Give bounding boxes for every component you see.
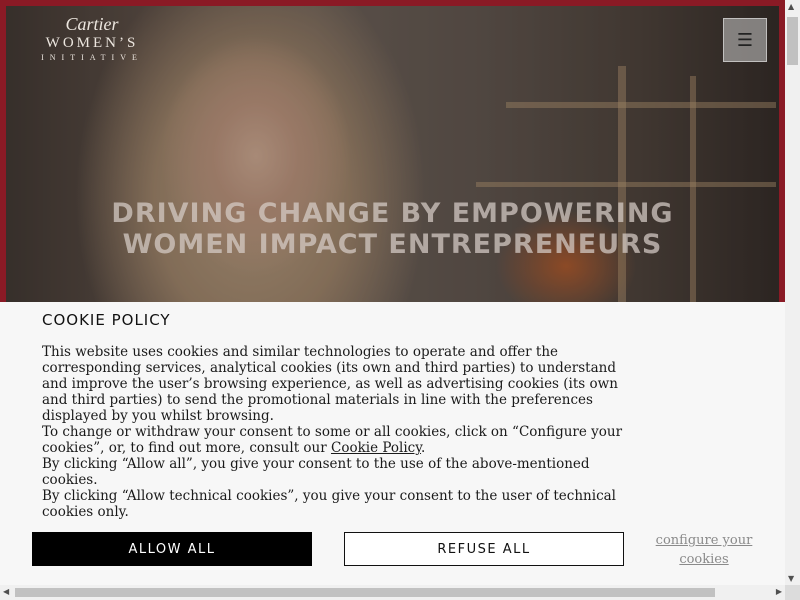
scroll-down-icon[interactable]: ▼: [788, 574, 794, 583]
logo-cartier: Cartier: [65, 14, 119, 34]
logo-womens: WOMEN’S: [45, 35, 139, 51]
configure-cookies-link[interactable]: configure your cookies: [650, 531, 758, 569]
cookie-paragraph-4: By clicking “Allow technical cookies”, y…: [42, 488, 616, 520]
cookie-policy-link[interactable]: Cookie Policy: [331, 440, 421, 456]
cookie-paragraph-3: By clicking “Allow all”, you give your c…: [42, 456, 590, 488]
horizontal-scrollbar[interactable]: ◀ ▶: [0, 585, 785, 600]
cookie-title: COOKIE POLICY: [42, 311, 171, 329]
cookie-text: This website uses cookies and similar te…: [42, 344, 642, 520]
hero-headline: DRIVING CHANGE BY EMPOWERING WOMEN IMPAC…: [80, 198, 705, 260]
refuse-all-button[interactable]: REFUSE ALL: [344, 532, 624, 566]
horizontal-scroll-thumb[interactable]: [15, 588, 715, 597]
scrollbar-corner: [785, 585, 800, 600]
headline-line-2: WOMEN IMPACT ENTREPRENEURS: [122, 229, 663, 260]
scroll-right-icon[interactable]: ▶: [776, 587, 782, 596]
cookie-paragraph-1: This website uses cookies and similar te…: [42, 344, 618, 424]
scroll-left-icon[interactable]: ◀: [3, 587, 9, 596]
headline-line-1: DRIVING CHANGE BY EMPOWERING: [111, 198, 674, 229]
cookie-paragraph-2: To change or withdraw your consent to so…: [42, 424, 642, 456]
cookie-banner: COOKIE POLICY This website uses cookies …: [0, 302, 785, 585]
allow-all-button[interactable]: ALLOW ALL: [32, 532, 312, 566]
hamburger-icon: ☰: [736, 29, 754, 51]
site-logo[interactable]: Cartier WOMEN’S INITIATIVE: [30, 14, 154, 64]
scroll-up-icon[interactable]: ▲: [788, 2, 794, 11]
vertical-scroll-thumb[interactable]: [787, 17, 798, 65]
menu-button[interactable]: ☰: [723, 18, 767, 62]
logo-initiative: INITIATIVE: [41, 53, 143, 62]
vertical-scrollbar[interactable]: ▲ ▼: [785, 0, 800, 585]
cookie-paragraph-2-end: .: [421, 440, 426, 456]
hero-section: Cartier WOMEN’S INITIATIVE ☰ DRIVING CHA…: [0, 0, 785, 302]
